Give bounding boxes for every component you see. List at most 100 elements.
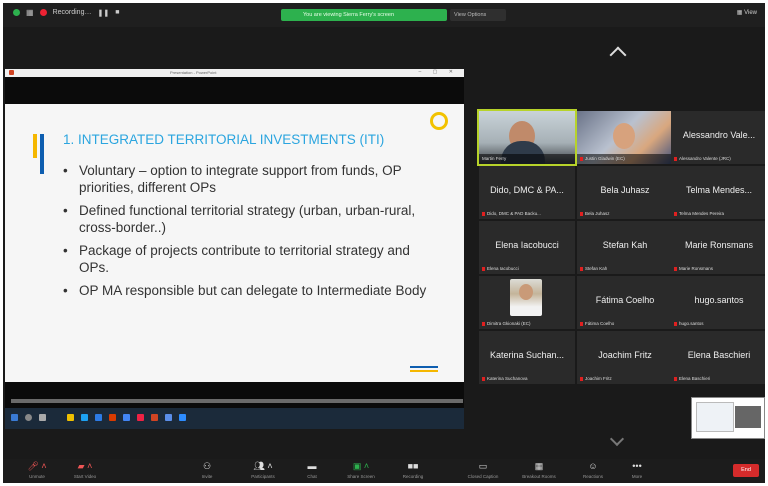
participant-tile[interactable]: Bela Juhasz Bela Juhasz [577, 166, 673, 219]
security-shield-icon[interactable] [13, 9, 20, 16]
start-menu-icon[interactable] [11, 414, 18, 421]
powerpoint-icon [9, 70, 14, 75]
muted-mic-icon [674, 156, 677, 161]
shared-window-titlebar: Presentation - PowerPoint – ▢ ✕ [5, 69, 464, 77]
participant-name-tag: Alessandro Valente (JRC) [674, 156, 763, 161]
participant-name-tag: Dimitra Gkionaki (EC) [482, 321, 571, 326]
participants-label: Participants [251, 474, 275, 479]
participant-name-tag: hugo.santos [674, 321, 763, 326]
recording-label: Recording… [52, 9, 92, 16]
participant-name-tag: Martin Ferry [482, 156, 571, 161]
muted-mic-icon [674, 266, 677, 271]
presentation-slide: 1. INTEGRATED TERRITORIAL INVESTMENTS (I… [5, 104, 464, 382]
muted-mic-icon [482, 376, 485, 381]
start-video-button[interactable]: ▰ ˄ Start Video [61, 461, 109, 479]
participant-tile[interactable]: Joachim Fritz Joachim Fritz [577, 331, 673, 384]
participant-name: Katerina Suchanova [487, 376, 528, 381]
participant-name-tag: Justin Gladwin (EC) [580, 156, 669, 161]
windows-taskbar: ​ [5, 408, 464, 429]
top-left-status: ▦ Recording… ❚❚ ■ [13, 8, 119, 17]
edge-icon[interactable] [81, 414, 88, 421]
file-explorer-icon[interactable] [67, 414, 74, 421]
chat-icon: ▬ [307, 461, 317, 471]
participant-tile[interactable]: Stefan Kah Stefan Kah [577, 221, 673, 274]
participant-name: hugo.santos [679, 321, 704, 326]
share-screen-icon: ▣ ˄ [352, 461, 370, 471]
participant-tile[interactable]: Marie Ronsmans Marie Ronsmans [671, 221, 765, 274]
chat-button[interactable]: ▬ Chat [288, 461, 336, 479]
participant-name: Justin Gladwin (EC) [585, 156, 625, 161]
grid-icon[interactable]: ▦ [26, 8, 34, 17]
participant-name-tag: Elena Baschieri [674, 376, 763, 381]
muted-mic-icon [580, 211, 583, 216]
share-screen-label: Share Screen [347, 474, 375, 479]
participant-tile[interactable]: Dido, DMC & PA... Dido, DMC & PAD Backu.… [479, 166, 575, 219]
participant-tile[interactable]: Alessandro Vale... Alessandro Valente (J… [671, 111, 765, 164]
zoom-window: ▦ Recording… ❚❚ ■ You are viewing Sierra… [3, 3, 765, 483]
participant-tile[interactable]: Katerina Suchan... Katerina Suchanova [479, 331, 575, 384]
breakout-rooms-icon: ▦ [534, 461, 544, 471]
view-button-label: View [744, 10, 757, 16]
participant-name: Stefan Kah [585, 266, 608, 271]
pause-recording-icon[interactable]: ❚❚ [97, 9, 109, 17]
mail-icon[interactable] [95, 414, 102, 421]
participant-name: Elena Iacobucci [487, 266, 519, 271]
share-screen-button[interactable]: ▣ ˄ Share Screen [337, 461, 385, 479]
view-options-dropdown[interactable]: View Options [450, 9, 506, 21]
invite-button[interactable]: ⚇ Invite [183, 461, 231, 479]
recording-button[interactable]: ■■ Recording [389, 461, 437, 479]
closed-caption-button[interactable]: ▭ Closed Caption [459, 461, 507, 479]
zoom-taskbar-icon[interactable] [179, 414, 186, 421]
participant-face [613, 123, 635, 149]
muted-mic-icon [482, 266, 485, 271]
teams-icon[interactable] [165, 414, 172, 421]
participant-name-tag: Joachim Fritz [580, 376, 669, 381]
muted-mic-icon [482, 211, 485, 216]
participant-tile[interactable]: Telma Mendes... Telma Mendes Pereira [671, 166, 765, 219]
breakout-rooms-button[interactable]: ▦ Breakout Rooms [515, 461, 563, 479]
reactions-button[interactable]: ☺ Reactions [569, 461, 617, 479]
gallery-up-arrow-icon[interactable] [609, 46, 627, 64]
participant-display-name: Joachim Fritz [598, 350, 652, 360]
pdf-icon[interactable] [137, 414, 144, 421]
view-button[interactable]: ▦ View [737, 9, 757, 16]
participant-tile[interactable]: hugo.santos hugo.santos [671, 276, 765, 329]
accent-bar-blue [40, 134, 44, 174]
stop-recording-icon[interactable]: ■ [115, 9, 119, 16]
participant-name: Bela Juhasz [585, 211, 610, 216]
participant-name: Elena Baschieri [679, 376, 711, 381]
self-view-screen [696, 402, 734, 432]
end-meeting-button[interactable]: End [733, 464, 759, 477]
participant-tile[interactable]: Fátima Coelho Fátima Coelho [577, 276, 673, 329]
muted-mic-icon [580, 376, 583, 381]
muted-mic-icon [482, 321, 485, 326]
search-icon[interactable] [25, 414, 32, 421]
participant-display-name: Katerina Suchan... [489, 350, 565, 360]
more-button[interactable]: ••• More [613, 461, 661, 479]
powerpoint-taskbar-icon[interactable] [151, 414, 158, 421]
participant-name-tag: Marie Ronsmans [674, 266, 763, 271]
participant-name: Marie Ronsmans [679, 266, 714, 271]
participant-name: Joachim Fritz [585, 376, 612, 381]
participants-button[interactable]: 👥︎ ˄ Participants [239, 461, 287, 479]
invite-label: Invite [201, 474, 213, 479]
breakout-rooms-label: Breakout Rooms [522, 474, 556, 479]
participant-tile[interactable]: Elena Baschieri Elena Baschieri [671, 331, 765, 384]
participant-name: Telma Mendes Pereira [679, 211, 725, 216]
participant-tile[interactable]: Martin Ferry [477, 109, 577, 166]
participant-tile[interactable]: Justin Gladwin (EC) [577, 111, 673, 164]
participant-display-name: Marie Ronsmans [684, 240, 754, 250]
reactions-icon: ☺ [588, 461, 598, 471]
unmute-button[interactable]: 🎤︎ ˄ Unmute [13, 461, 61, 479]
more-label: More [631, 474, 643, 479]
chrome-icon[interactable] [123, 414, 130, 421]
participant-display-name: Telma Mendes... [685, 185, 753, 195]
accent-bar-yellow [33, 134, 37, 158]
participant-tile[interactable]: Dimitra Gkionaki (EC) [479, 276, 575, 329]
office-icon[interactable] [109, 414, 116, 421]
self-view-thumbnail[interactable] [691, 397, 765, 439]
muted-mic-icon [580, 156, 583, 161]
gallery-down-arrow-icon[interactable] [609, 431, 625, 447]
task-view-icon[interactable] [39, 414, 46, 421]
participant-tile[interactable]: Elena Iacobucci Elena Iacobucci [479, 221, 575, 274]
